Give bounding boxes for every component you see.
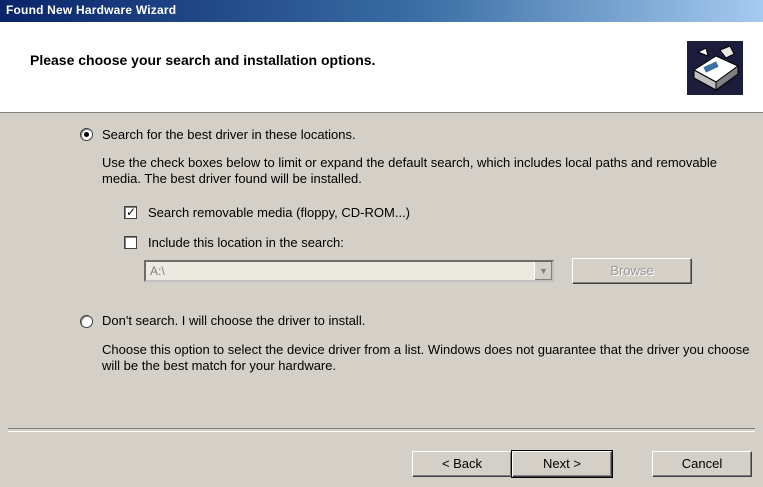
back-button[interactable]: < Back bbox=[412, 451, 512, 477]
dont-search-radio[interactable] bbox=[80, 315, 93, 328]
removable-media-label[interactable]: Search removable media (floppy, CD-ROM..… bbox=[148, 205, 410, 220]
checkmark-icon: ✓ bbox=[126, 205, 137, 219]
dont-search-description: Choose this option to select the device … bbox=[102, 342, 750, 373]
window-title: Found New Hardware Wizard bbox=[6, 3, 177, 17]
next-button[interactable]: Next > bbox=[511, 450, 613, 478]
dont-search-radio-label[interactable]: Don't search. I will choose the driver t… bbox=[102, 313, 365, 328]
removable-media-checkbox[interactable]: ✓ bbox=[124, 205, 137, 219]
include-location-label[interactable]: Include this location in the search: bbox=[148, 235, 344, 250]
location-path-combo[interactable]: A:\ ▼ bbox=[144, 260, 554, 282]
wizard-header: Please choose your search and installati… bbox=[0, 22, 763, 113]
search-radio-label[interactable]: Search for the best driver in these loca… bbox=[102, 127, 356, 142]
hardware-wizard-icon bbox=[687, 41, 743, 95]
search-radio[interactable] bbox=[80, 128, 93, 141]
page-title: Please choose your search and installati… bbox=[30, 52, 376, 68]
browse-button[interactable]: Browse bbox=[572, 258, 692, 284]
footer-separator bbox=[8, 428, 755, 432]
radio-selected-dot bbox=[84, 132, 89, 137]
cancel-button[interactable]: Cancel bbox=[652, 451, 752, 477]
title-bar[interactable]: Found New Hardware Wizard bbox=[0, 0, 763, 22]
search-description: Use the check boxes below to limit or ex… bbox=[102, 155, 717, 186]
location-path-value: A:\ bbox=[150, 264, 165, 278]
wizard-window: Found New Hardware Wizard Please choose … bbox=[0, 0, 763, 487]
include-location-checkbox[interactable] bbox=[124, 236, 137, 249]
chevron-down-icon[interactable]: ▼ bbox=[534, 262, 552, 280]
